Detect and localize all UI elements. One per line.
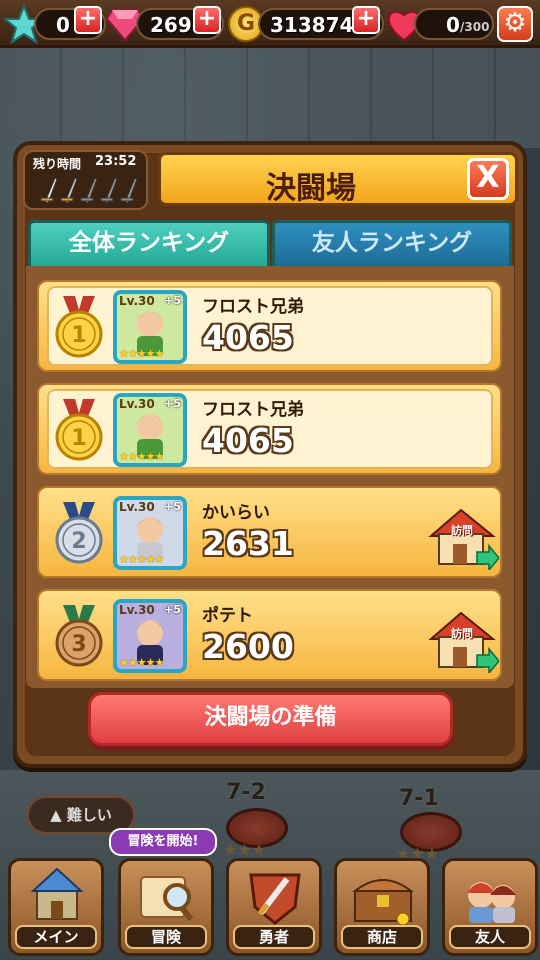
gems-value: 269 [150,13,192,37]
player-name: かいらい [202,503,270,523]
nav-label: 友人 [449,925,531,949]
castle-icon [30,867,84,920]
player-name: フロスト兄弟 [202,297,304,317]
add-gems-button[interactable]: + [193,6,221,34]
stage-label-7-1: 7-1 [399,786,439,811]
rank-number: 3 [71,632,86,657]
stage-label-7-2: 7-2 [226,780,266,805]
hero-stars: ★★★★★ [119,553,164,566]
hero-portrait: Lv.30 +5 ★★★★★ [113,496,187,570]
rank-medal-icon: 1 [55,399,103,461]
player-score: 4065 [202,421,294,460]
hero-plus: +5 [164,500,181,513]
arena-title-box: 決闘場 [158,152,518,206]
background-wall [0,48,540,148]
sword-shield-icon [249,873,301,925]
nav-label: 勇者 [233,925,315,949]
remaining-time-label: 残り時間 [33,157,82,171]
hero-plus: +5 [164,397,181,410]
settings-button[interactable]: ⚙ [497,6,533,42]
visit-label: 訪問 [451,627,473,640]
hero-stars: ★★★★★ [119,347,164,360]
ranking-row[interactable]: 3 Lv.30 +5 ★★★★★ ポテト 2600 訪問 [37,589,502,681]
remaining-time-box: 残り時間 23:52 [23,150,148,210]
gold-value: 313874 [270,13,354,37]
rank-medal-icon: 3 [55,605,103,667]
treasure-chest-icon [352,879,414,925]
hero-plus: +5 [164,294,181,307]
prepare-arena-button[interactable]: 決闘場の準備 [88,692,453,746]
hearts-value: 0 [446,13,460,37]
nav-button-4[interactable]: 商店 [334,858,430,956]
close-button[interactable]: X [467,158,509,200]
nav-button-5[interactable]: 友人 [442,858,538,956]
player-name: フロスト兄弟 [202,400,304,420]
tab-overall-ranking[interactable]: 全体ランキング [28,220,270,266]
player-score: 2631 [202,524,294,563]
nav-label: 冒険 [125,925,207,949]
stage-stars-7-2: ★★★ [223,840,267,859]
swords-icon [40,177,138,204]
stars-value: 0 [56,13,70,37]
visit-button[interactable]: 訪問 [427,506,499,570]
add-stars-button[interactable]: + [74,6,102,34]
hero-stars: ★★★★★ [119,656,164,669]
nav-label: メイン [15,925,97,949]
status-bar: 0 + 269 + G 313874 + 0 /300 ⚙ [0,0,540,48]
hero-portrait: Lv.30 +5 ★★★★★ [113,290,187,364]
rank-number: 1 [71,426,86,451]
gear-icon: ⚙ [503,8,527,38]
rank-number: 1 [71,323,86,348]
hero-level: Lv.30 [119,500,155,514]
hero-portrait: Lv.30 +5 ★★★★★ [113,599,187,673]
player-score: 2600 [202,627,294,666]
hero-level: Lv.30 [119,294,155,308]
close-icon: X [476,160,500,195]
house-icon [428,611,499,673]
start-adventure-bubble: 冒険を開始! [109,828,217,856]
map-magnifier-icon [140,876,194,922]
hearts-max: /300 [460,20,490,34]
nav-button-3[interactable]: 勇者 [226,858,322,956]
player-score: 4065 [202,318,294,357]
gold-coin-letter: G [236,11,256,36]
hero-level: Lv.30 [119,603,155,617]
remaining-time-value: 23:52 [95,154,137,169]
rank-medal-icon: 1 [55,296,103,358]
ranking-row[interactable]: 1 Lv.30 +5 ★★★★★ フロスト兄弟 4065 [37,280,502,372]
nav-label: 商店 [341,925,423,949]
rank-medal-icon: 2 [55,502,103,564]
tab-friend-ranking[interactable]: 友人ランキング [272,220,512,266]
nav-button-2[interactable]: 冒険 [118,858,214,956]
page-title: 決闘場 [266,171,356,206]
house-icon [428,508,499,570]
visit-button[interactable]: 訪問 [427,609,499,673]
hero-portrait: Lv.30 +5 ★★★★★ [113,393,187,467]
ranking-row[interactable]: 1 Lv.30 +5 ★★★★★ フロスト兄弟 4065 [37,383,502,475]
hero-plus: +5 [164,603,181,616]
nav-button-1[interactable]: メイン [8,858,104,956]
player-name: ポテト [202,606,253,626]
friends-icon [467,882,516,923]
rank-number: 2 [71,529,86,554]
ranking-row[interactable]: 2 Lv.30 +5 ★★★★★ かいらい 2631 訪問 [37,486,502,578]
visit-label: 訪問 [451,524,473,537]
hearts-counter: 0 /300 [414,8,494,40]
hero-level: Lv.30 [119,397,155,411]
add-gold-button[interactable]: + [352,6,380,34]
hero-stars: ★★★★★ [119,450,164,463]
